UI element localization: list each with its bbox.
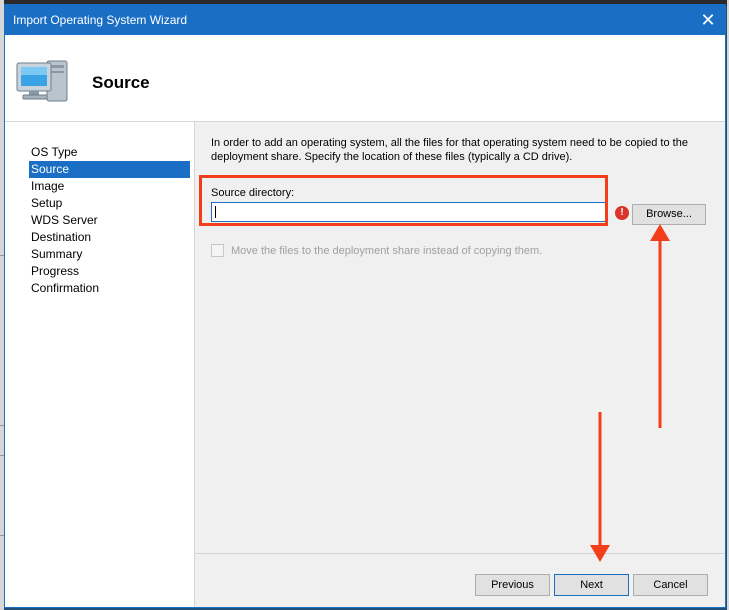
wizard-step-list: OS Type Source Image Setup WDS Server De… [5, 122, 195, 607]
browse-button[interactable]: Browse... [632, 204, 706, 225]
source-directory-input[interactable] [211, 202, 608, 222]
step-os-type[interactable]: OS Type [29, 144, 190, 161]
step-image[interactable]: Image [29, 178, 190, 195]
wizard-header: Source [5, 35, 725, 122]
move-files-option: Move the files to the deployment share i… [211, 244, 542, 257]
step-progress[interactable]: Progress [29, 263, 190, 280]
source-directory-label: Source directory: [211, 187, 295, 199]
previous-button[interactable]: Previous [475, 574, 550, 596]
move-files-label: Move the files to the deployment share i… [231, 244, 543, 257]
text-caret [215, 206, 216, 218]
step-wds-server[interactable]: WDS Server [29, 212, 190, 229]
import-os-wizard-window: Import Operating System Wizard ✕ Source … [4, 4, 726, 608]
wizard-footer: Previous Next Cancel [195, 553, 725, 608]
cancel-button[interactable]: Cancel [633, 574, 708, 596]
wizard-content: In order to add an operating system, all… [195, 122, 725, 553]
window-title: Import Operating System Wizard [13, 13, 188, 27]
computer-icon [16, 60, 68, 102]
close-button[interactable]: ✕ [691, 5, 725, 35]
step-destination[interactable]: Destination [29, 229, 190, 246]
next-button[interactable]: Next [554, 574, 629, 596]
move-files-checkbox[interactable] [211, 244, 224, 257]
instructions-text: In order to add an operating system, all… [211, 137, 688, 163]
page-title: Source [92, 73, 150, 92]
close-icon: ✕ [700, 9, 716, 30]
title-bar: Import Operating System Wizard ✕ [5, 5, 725, 35]
step-summary[interactable]: Summary [29, 246, 190, 263]
step-confirmation[interactable]: Confirmation [29, 280, 190, 297]
step-setup[interactable]: Setup [29, 195, 190, 212]
step-source[interactable]: Source [29, 161, 190, 178]
error-icon: ! [615, 206, 629, 220]
